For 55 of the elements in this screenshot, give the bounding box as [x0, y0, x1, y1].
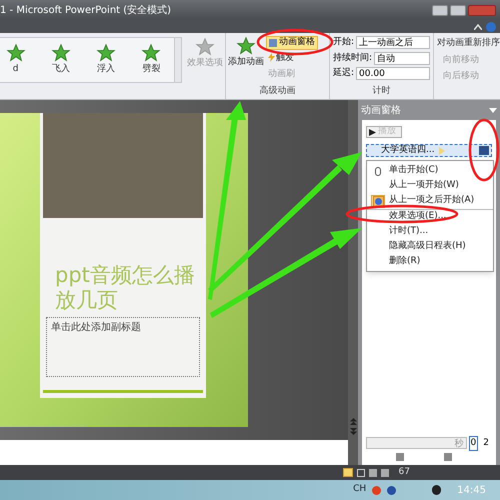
start-dropdown[interactable]: 上一动画之后 — [356, 36, 430, 50]
star-icon — [6, 43, 26, 64]
lightning-icon — [268, 53, 275, 62]
pane-title: 动画窗格 — [361, 104, 401, 118]
timeline-end: 2 — [482, 436, 490, 450]
star-icon — [236, 36, 256, 56]
pane-menu-icon[interactable] — [489, 108, 497, 112]
subtitle-placeholder[interactable]: 单击此处添加副标题 — [46, 317, 200, 377]
page-up-icon[interactable] — [350, 418, 356, 425]
item-label: 大学英语四... — [381, 144, 435, 157]
duration-label: 持续时间: — [332, 52, 372, 64]
normal-view-icon[interactable] — [342, 468, 353, 477]
pane-icon — [268, 39, 277, 47]
menu-item[interactable]: 单击开始(C) — [367, 163, 493, 178]
menu-item[interactable]: 从上一项之后开始(A) — [367, 193, 493, 208]
animation-pane-button[interactable]: 动画窗格 — [266, 36, 318, 50]
add-animation-button[interactable]: 添加动画 — [228, 36, 263, 84]
star-icon — [195, 37, 215, 57]
animation-item[interactable]: 大学英语四... — [366, 144, 492, 157]
delay-label: 延迟: — [332, 67, 354, 80]
gallery-item[interactable]: 劈裂 — [128, 38, 174, 82]
duration-field[interactable]: 自动 — [374, 52, 430, 65]
language-indicator[interactable]: CH — [353, 483, 366, 497]
delay-field[interactable]: 00.00 — [356, 67, 430, 80]
menu-item[interactable]: 隐藏高级日程表(H) — [367, 239, 493, 254]
timeline-start: 0 — [468, 436, 478, 451]
page-down-icon[interactable] — [350, 428, 356, 435]
star-icon — [50, 43, 71, 64]
gallery-item[interactable]: 浮入 — [84, 38, 129, 82]
group-label: 高级动画 — [258, 84, 296, 98]
close-button[interactable] — [468, 4, 496, 16]
gallery-item[interactable]: d — [0, 38, 38, 82]
clock-icon — [372, 196, 384, 206]
play-icon — [369, 128, 376, 136]
clock-time: 14:45 — [457, 484, 486, 498]
maximize-button[interactable] — [450, 4, 466, 16]
reorder-title: 对动画重新排序 — [437, 37, 500, 50]
slide-title: ppt音频怎么播放几页 — [55, 263, 196, 313]
menu-item[interactable]: 计时(T)... — [367, 224, 493, 239]
star-icon — [96, 43, 116, 64]
minimize-button[interactable] — [432, 4, 448, 16]
slide-sorter-icon[interactable] — [356, 468, 365, 476]
menu-item[interactable]: 效果选项(E)... — [367, 209, 493, 224]
window-title: 1 - Microsoft PowerPoint (安全模式) — [0, 4, 172, 18]
star-icon — [141, 43, 162, 64]
collapse-icon[interactable] — [474, 24, 482, 30]
zoom-level[interactable]: 67 — [398, 466, 410, 480]
start-label: 开始: — [332, 36, 354, 49]
annotation-ellipse — [468, 118, 500, 182]
group-label: 计时 — [372, 84, 392, 98]
gallery-item[interactable]: 飞入 — [38, 38, 84, 82]
gallery-scrollbar[interactable] — [174, 38, 181, 82]
menu-item[interactable]: 从上一项开始(W) — [367, 178, 493, 193]
mouse-icon — [375, 166, 381, 176]
menu-item[interactable]: 删除(R) — [367, 254, 493, 269]
